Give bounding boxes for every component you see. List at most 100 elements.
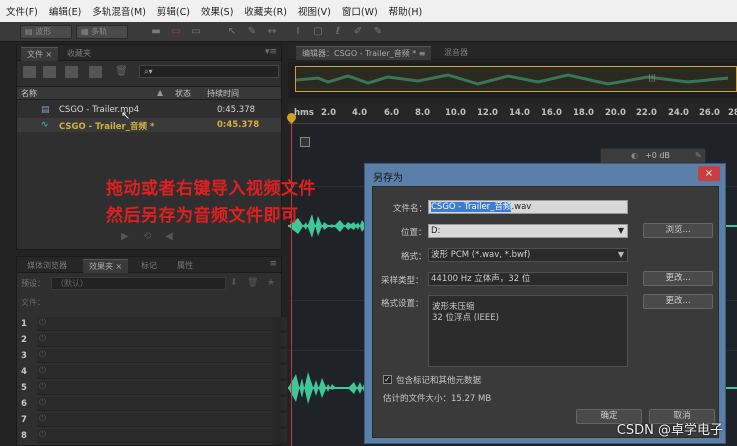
menu-favorites[interactable]: 收藏夹(R) [244,4,287,18]
import-file-icon[interactable] [43,66,56,78]
file-search-input[interactable]: ⌕▾ [139,65,279,78]
format-select[interactable]: 波形 PCM (*.wav, *.bwf) ▼ [428,248,628,262]
brush-tool-icon[interactable]: ✐ [352,26,364,38]
razor-tool-icon[interactable]: ✎ [246,26,258,38]
pitch-display-icon[interactable]: ▭ [190,26,202,38]
power-icon[interactable]: ⏻ [39,350,46,360]
open-file-icon[interactable] [23,66,36,78]
col-name[interactable]: 名称 [21,88,37,99]
speaker-icon[interactable]: ◀ [165,231,173,242]
hud-pin-icon[interactable]: ✎ [695,149,702,163]
effects-scrollbar[interactable] [273,317,281,445]
play-icon[interactable]: ▶ [121,231,129,242]
toolbar: ▤ 波形 ▦ 多轨 ▬ ▭ ▭ ↖ ✎ ↔ I ▢ ℓ ✐ ✎ [0,22,737,42]
power-icon[interactable]: ⏻ [39,334,46,344]
power-icon[interactable]: ⏻ [39,414,46,424]
ruler-tick-label: 22.0 [636,108,657,118]
effect-slot[interactable]: 7⏻▶ [21,413,287,427]
tab-markers[interactable]: 标记 [135,259,163,273]
slot-number: 8 [21,431,27,441]
delete-file-icon[interactable]: 🗑 [115,66,128,78]
file-row-video[interactable]: ▤ CSGO - Trailer.mp4 0:45.378 [17,103,281,117]
col-status[interactable]: 状态 [175,88,191,99]
menu-help[interactable]: 帮助(H) [389,4,423,18]
location-value: D: [431,226,441,236]
format-label: 格式： [401,252,427,262]
tab-media-browser[interactable]: 媒体浏览器 [21,259,73,273]
preset-label: 预设： [21,279,45,288]
tab-mixer[interactable]: 混音器 [438,46,474,60]
clip-fade-handle-icon[interactable] [300,137,310,147]
insert-into-multitrack-icon[interactable] [89,66,102,78]
new-file-icon[interactable] [65,66,78,78]
change-sample-type-button[interactable]: 更改... [643,271,713,286]
volume-knob-icon[interactable]: ◐ [631,149,638,163]
frequency-display-icon[interactable]: ▭ [170,26,182,38]
preset-select[interactable]: （默认） [51,277,226,290]
power-icon[interactable]: ⏻ [39,430,46,440]
marquee-tool-icon[interactable]: ▢ [312,26,324,38]
menu-edit[interactable]: 编辑(E) [49,4,81,18]
time-ruler[interactable]: hms 2.0 4.0 6.0 8.0 10.0 12.0 14.0 16.0 … [288,104,737,124]
scroll-grip-icon[interactable]: ||| [648,73,656,82]
spot-healing-tool-icon[interactable]: ✎ [372,26,384,38]
panel-menu-icon[interactable]: ≡ [269,259,277,269]
playhead[interactable] [291,118,292,446]
slip-tool-icon[interactable]: ↔ [266,26,278,38]
hud-volume-control[interactable]: ◐ +0 dB ✎ [600,148,706,164]
tab-properties[interactable]: 属性 [171,259,199,273]
menu-file[interactable]: 文件(F) [6,4,38,18]
power-icon[interactable]: ⏻ [39,366,46,376]
sort-ascending-icon[interactable]: ▲ [157,88,163,97]
estimated-size: 估计的文件大小：15.27 MB [383,394,492,404]
power-icon[interactable]: ⏻ [39,382,46,392]
ruler-tick-label: 10.0 [445,108,466,118]
effect-slot[interactable]: 6⏻▶ [21,397,287,411]
ruler-tick-label: 24.0 [668,108,689,118]
browse-button[interactable]: 浏览... [643,223,713,238]
favorite-star-icon[interactable]: ★ [267,278,279,289]
tab-effects-rack[interactable]: 效果夹 × [83,259,129,273]
time-selection-tool-icon[interactable]: I [292,26,304,38]
dialog-title: 另存为 [373,173,403,184]
effects-rack-panel: 媒体浏览器 效果夹 × 标记 属性 ≡ 预设： （默认） ⬇ 🗑 ★ 文件： 1… [16,256,287,446]
menu-window[interactable]: 窗口(W) [342,4,378,18]
loop-icon[interactable]: ⟲ [143,231,151,242]
tab-editor[interactable]: 编辑器：CSGO - Trailer_音频 * ≡ [296,46,432,60]
menu-clip[interactable]: 剪辑(C) [157,4,190,18]
slot-number: 6 [21,399,27,409]
overview-viewport[interactable]: ||| [295,66,737,92]
effect-slot[interactable]: 2⏻▶ [21,333,287,347]
effect-slot[interactable]: 8⏻▶ [21,429,287,443]
save-preset-icon[interactable]: ⬇ [230,278,242,289]
effect-slot[interactable]: 5⏻▶ [21,381,287,395]
effect-slot[interactable]: 3⏻▶ [21,349,287,363]
menu-multitrack[interactable]: 多轨混音(M) [92,4,146,18]
spectral-display-icon[interactable]: ▬ [150,26,162,38]
location-select[interactable]: D: ▼ [428,224,628,238]
ruler-tick-label: 2.0 [321,108,337,118]
close-button[interactable]: × [698,166,720,181]
tab-favorites[interactable]: 收藏夹 [61,47,97,61]
effect-slot[interactable]: 1⏻▶ [21,317,287,331]
col-duration[interactable]: 持续时间 [207,88,239,99]
tab-files[interactable]: 文件 × [21,47,59,61]
move-tool-icon[interactable]: ↖ [226,26,238,38]
delete-preset-icon[interactable]: 🗑 [247,278,259,289]
files-table-header: 名称 ▲ 状态 持续时间 [17,86,281,100]
multitrack-view-button[interactable]: ▦ 多轨 [76,25,128,39]
lasso-tool-icon[interactable]: ℓ [332,26,344,38]
effect-slot[interactable]: 4⏻▶ [21,365,287,379]
slot-number: 5 [21,383,27,393]
panel-menu-icon[interactable]: ▾≡ [265,47,277,57]
waveform-view-button[interactable]: ▤ 波形 [20,25,72,39]
include-markers-checkbox[interactable]: ✓ [383,375,392,384]
power-icon[interactable]: ⏻ [39,398,46,408]
filename-input[interactable]: CSGO - Trailer_音频.wav [428,200,628,214]
file-row-audio[interactable]: ∿ CSGO - Trailer_音频 * 0:45.378 [17,118,281,132]
ruler-tick-label: 28 [728,108,737,118]
power-icon[interactable]: ⏻ [39,318,46,328]
menu-effects[interactable]: 效果(S) [201,4,233,18]
change-format-settings-button[interactable]: 更改... [643,294,713,309]
menu-view[interactable]: 视图(V) [298,4,331,18]
